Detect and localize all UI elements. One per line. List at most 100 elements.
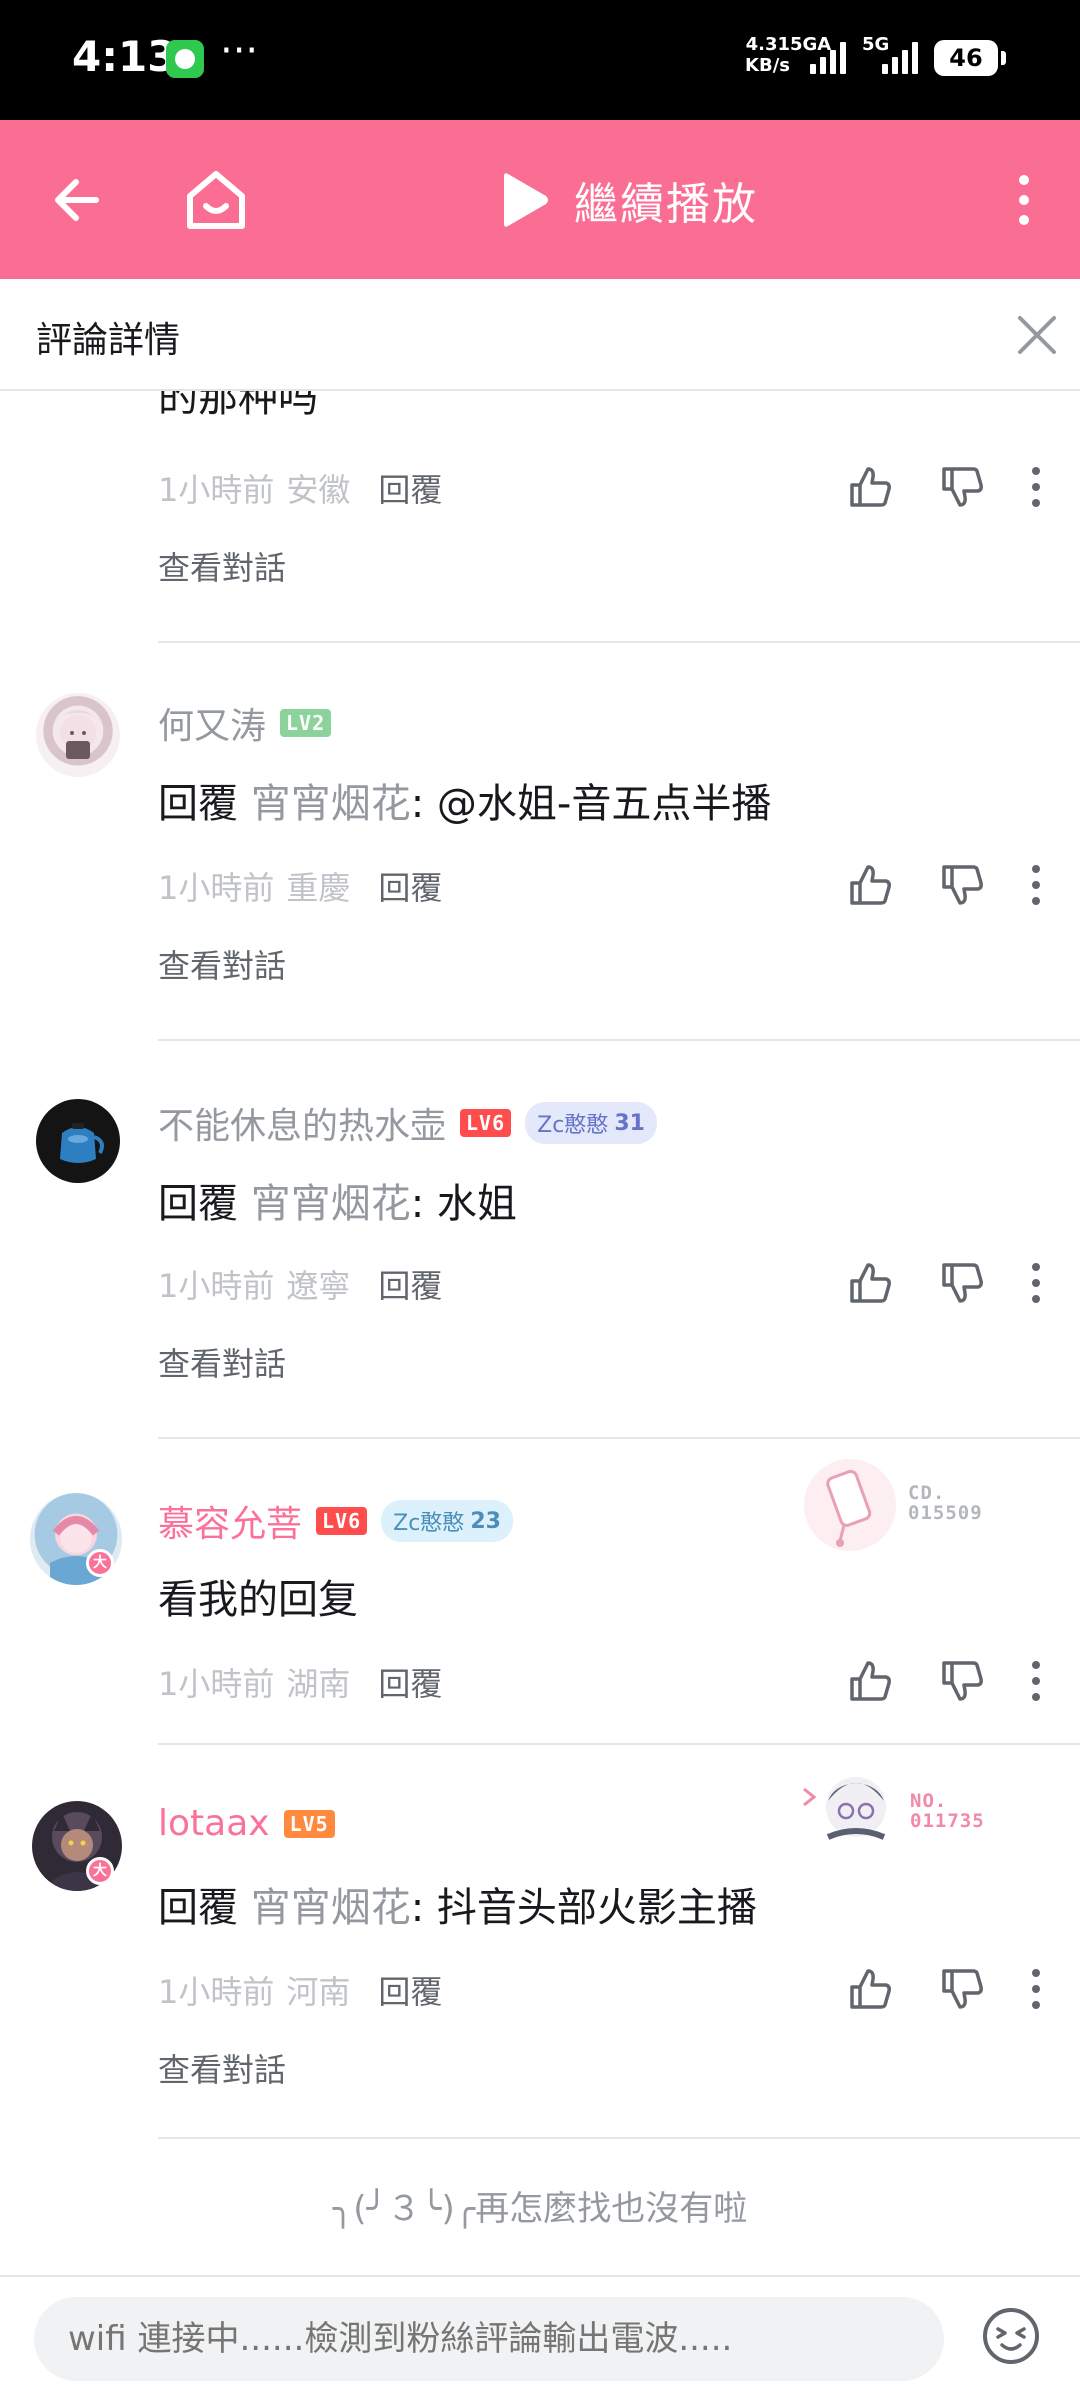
view-conversation-link[interactable]: 查看對話 (158, 1339, 286, 1385)
username[interactable]: 慕容允菩 (158, 1495, 302, 1547)
view-conversation-link[interactable]: 查看對話 (158, 543, 286, 589)
reply-target-name[interactable]: 宵宵烟花 (251, 1181, 411, 1227)
like-icon[interactable] (846, 861, 894, 909)
comment-more-icon[interactable] (1026, 465, 1046, 509)
emoji-icon[interactable] (980, 2305, 1042, 2367)
avatar[interactable] (36, 1099, 120, 1183)
back-arrow-icon[interactable] (46, 166, 114, 234)
like-icon[interactable] (846, 1965, 894, 2013)
divider (158, 1743, 1080, 1745)
like-icon[interactable] (846, 1259, 894, 1307)
comment-more-icon[interactable] (1026, 1659, 1046, 1703)
view-conversation-link[interactable]: 查看對話 (158, 941, 286, 987)
fan-medal-badge[interactable]: Zc憨憨 31 (525, 1102, 657, 1144)
dislike-icon[interactable] (938, 1657, 986, 1705)
comment-actions (846, 1965, 1046, 2025)
fan-medal-name: Zc憨憨 (537, 1113, 609, 1138)
decoration-number: CD. 015509 (908, 1483, 983, 1523)
comment-text: 的那种吗 (158, 391, 318, 421)
divider (158, 1437, 1080, 1439)
comment-body: : 抖音头部火影主播 (410, 1885, 757, 1931)
username[interactable]: 不能休息的热水壶 (158, 1097, 446, 1149)
comment-time: 1小時前 (158, 471, 275, 509)
vip-badge: 大 (86, 1549, 114, 1577)
home-icon[interactable] (176, 160, 256, 240)
comment-header: 慕容允菩 LV6 Zc憨憨 23 (158, 1495, 513, 1547)
comment-location: 河南 (286, 1973, 351, 2011)
close-icon[interactable] (1012, 310, 1062, 360)
comment-actions (846, 1259, 1046, 1319)
end-of-list-hint: ╮(╯３╰)╭再怎麼找也沒有啦 (332, 2189, 748, 2229)
level-badge: LV2 (280, 709, 332, 737)
status-time: 4:13 (72, 32, 177, 81)
comment-more-icon[interactable] (1026, 863, 1046, 907)
continue-play-label: 繼續播放 (574, 179, 758, 230)
reply-button[interactable]: 回覆 (378, 1261, 442, 1307)
comment-meta: 1小時前 安徽 回覆 (158, 465, 442, 511)
dislike-icon[interactable] (938, 1965, 986, 2013)
comment-meta: 1小時前 遼寧 回覆 (158, 1261, 442, 1307)
reply-prefix: 回覆 (158, 781, 238, 827)
comment-time: 1小時前 (158, 1665, 275, 1703)
dislike-icon[interactable] (938, 1259, 986, 1307)
comment-text: 回覆 宵宵烟花: @水姐-音五点半播 (158, 771, 771, 829)
reply-prefix: 回覆 (158, 1181, 238, 1227)
level-badge: LV6 (316, 1507, 368, 1535)
dislike-icon[interactable] (938, 463, 986, 511)
comment-location: 安徽 (286, 471, 351, 509)
like-icon[interactable] (846, 1657, 894, 1705)
comment-meta: 1小時前 重慶 回覆 (158, 863, 442, 909)
decoration-card-icon (804, 1459, 896, 1551)
username[interactable]: lotaax (158, 1803, 270, 1844)
reply-button[interactable]: 回覆 (378, 863, 442, 909)
more-menu-icon[interactable] (1004, 166, 1044, 234)
comment-text: 看我的回复 (158, 1567, 358, 1625)
reply-button[interactable]: 回覆 (378, 1967, 442, 2013)
comment-location: 湖南 (286, 1665, 351, 1703)
reply-target-name[interactable]: 宵宵烟花 (251, 1885, 411, 1931)
network-speed-value: 4.31 (745, 34, 790, 55)
dislike-icon[interactable] (938, 861, 986, 909)
decoration-number-label: NO. (910, 1790, 948, 1812)
signal-icon-2 (882, 40, 918, 74)
decoration-number: NO. 011735 (910, 1791, 985, 1831)
status-bar: 4:13 ··· 4.31 KB/s 5GA 5G 46 (0, 0, 1080, 120)
comment-more-icon[interactable] (1026, 1261, 1046, 1305)
continue-play-button[interactable]: 繼續播放 (496, 164, 758, 236)
comment-detail-title: 評論詳情 (36, 320, 181, 361)
comment-meta: 1小時前 河南 回覆 (158, 1967, 442, 2013)
comment-header: lotaax LV5 (158, 1803, 335, 1844)
comment-location: 重慶 (286, 869, 351, 907)
battery-icon: 46 (934, 40, 1006, 76)
reply-target-name[interactable]: 宵宵烟花 (251, 781, 411, 827)
comment-actions (846, 1657, 1046, 1717)
comment-time: 1小時前 (158, 1267, 275, 1305)
comment-header: 不能休息的热水壶 LV6 Zc憨憨 31 (158, 1097, 657, 1149)
decoration-number-label: CD. (908, 1482, 946, 1504)
reply-button[interactable]: 回覆 (378, 1659, 442, 1705)
comment-body: : 水姐 (410, 1181, 517, 1227)
reply-button[interactable]: 回覆 (378, 465, 442, 511)
comment-input[interactable] (34, 2297, 944, 2381)
comment-location: 遼寧 (286, 1267, 351, 1305)
top-nav-bar: 繼續播放 (0, 120, 1080, 279)
avatar[interactable] (36, 693, 120, 777)
vip-badge: 大 (86, 1857, 114, 1885)
comment-header: 何又涛 LV2 (158, 697, 332, 749)
view-conversation-link[interactable]: 查看對話 (158, 2045, 286, 2091)
network-speed: 4.31 KB/s (738, 34, 790, 76)
signal-icon-1 (810, 40, 846, 74)
decoration-number-value: 015509 (908, 1502, 983, 1524)
comment-more-icon[interactable] (1026, 1967, 1046, 2011)
like-icon[interactable] (846, 463, 894, 511)
divider (158, 2137, 1080, 2139)
username[interactable]: 何又涛 (158, 697, 266, 749)
comment-text: 回覆 宵宵烟花: 水姐 (158, 1171, 517, 1229)
network-speed-unit: KB/s (745, 55, 790, 76)
app-notification-icon (166, 40, 204, 78)
divider (158, 641, 1080, 643)
fan-medal-badge[interactable]: Zc憨憨 23 (381, 1500, 513, 1542)
comment-input-bar (0, 2275, 1080, 2400)
comment-list[interactable]: 的那种吗 1小時前 安徽 回覆 查看對話 何又涛 LV2 回覆 宵宵烟花: @水… (0, 391, 1080, 2275)
decoration-card-icon (803, 1777, 886, 1840)
